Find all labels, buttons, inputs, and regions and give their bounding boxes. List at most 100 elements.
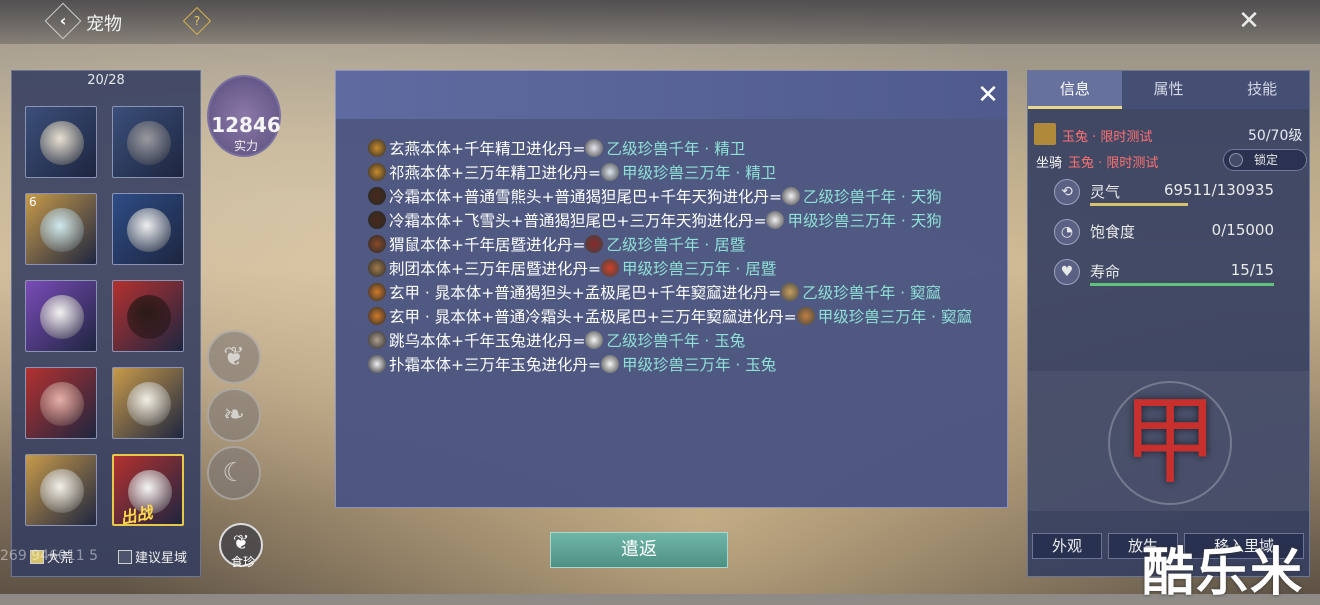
stat-bar-fill [1090, 203, 1188, 206]
recipe-line: 玄甲 · 晁本体+普通冷霜头+孟极尾巴+三万年窫窳进化丹= 甲级珍兽三万年 · 窫… [364, 305, 984, 329]
pet-slot[interactable]: 6 [25, 193, 97, 265]
pet-head-icon [368, 235, 386, 253]
pet-head-icon [368, 211, 386, 229]
page-title: 宠物 [86, 14, 122, 35]
stat-bar [1090, 203, 1274, 206]
close-page-icon[interactable]: ✕ [1236, 8, 1262, 34]
result-pet-icon [585, 331, 604, 349]
stat-icon: ⟲ [1054, 179, 1080, 205]
pet-type-fish-icon[interactable]: ❧ [207, 388, 261, 442]
food-icon: ❦ [232, 530, 250, 554]
checkbox-label: 建议星域 [135, 551, 188, 566]
recipe-result: 乙级珍兽千年 · 窫窳 [802, 284, 942, 302]
stat-name: 寿命 [1090, 263, 1121, 281]
stat-icon: ◔ [1054, 219, 1080, 245]
checkbox-icon[interactable] [118, 550, 132, 564]
pet-slot[interactable] [25, 367, 97, 439]
recipe-formula: 祁燕本体+三万年精卫进化丹= [389, 164, 601, 182]
pet-portrait [127, 208, 171, 252]
top-bar: ‹ 宠物 ? ✕ [0, 0, 1320, 44]
tab-attributes[interactable]: 属性 [1121, 71, 1216, 109]
stat-bar [1090, 243, 1274, 246]
popup-header [336, 71, 1007, 119]
stat-value: 0/15000 [1211, 221, 1274, 239]
stat-row: ⟲ 灵气 69511/130935 [1054, 179, 1274, 211]
recipe-line: 冷霜本体+普通雪熊头+普通猲狚尾巴+千年天狗进化丹= 乙级珍兽千年 · 天狗 [364, 185, 984, 209]
pet-list-panel: 20/28 6 出战 大荒 建议星域 [11, 70, 201, 577]
stat-value: 69511/130935 [1163, 181, 1274, 199]
help-button[interactable]: ? [182, 6, 212, 36]
stat-row: ♥ 寿命 15/15 [1054, 259, 1274, 291]
popup-close-icon[interactable]: ✕ [974, 81, 1002, 109]
result-pet-icon [585, 235, 604, 253]
recipe-result: 甲级珍兽三万年 · 天狗 [787, 212, 942, 230]
pet-slot[interactable] [25, 106, 97, 178]
back-arrow-icon: ‹ [59, 11, 67, 30]
tab-info[interactable]: 信息 [1028, 71, 1122, 109]
pet-slot[interactable]: 出战 [112, 454, 184, 526]
lock-toggle[interactable]: 锁定 [1223, 149, 1307, 171]
recipe-formula: 玄甲 · 晁本体+普通冷霜头+孟极尾巴+三万年窫窳进化丹= [389, 308, 797, 326]
pet-portrait [127, 121, 171, 165]
pet-head-icon [368, 187, 386, 205]
pet-slot[interactable] [25, 280, 97, 352]
pet-portrait [40, 121, 84, 165]
recipe-line: 刺团本体+三万年居暨进化丹= 甲级珍兽三万年 · 居暨 [364, 257, 984, 281]
recipe-line: 玄燕本体+千年精卫进化丹= 乙级珍兽千年 · 精卫 [364, 137, 984, 161]
release-button[interactable]: 遣返 [550, 532, 728, 568]
strength-value: 12846 [211, 113, 281, 137]
evolution-recipe-popup: ✕ 玄燕本体+千年精卫进化丹= 乙级珍兽千年 · 精卫祁燕本体+三万年精卫进化丹=… [335, 70, 1008, 508]
pet-name: 玉兔 · 限时测试 [1062, 130, 1153, 145]
tab-skills[interactable]: 技能 [1215, 71, 1310, 109]
pet-portrait-icon [1034, 123, 1056, 145]
result-pet-icon [781, 283, 800, 301]
stat-bar-fill [1090, 283, 1274, 286]
stat-value: 15/15 [1230, 261, 1274, 279]
grade-seal: 甲 [1122, 385, 1218, 497]
pet-slot[interactable] [112, 193, 184, 265]
back-button[interactable]: ‹ [44, 2, 82, 40]
recipe-line: 玄甲 · 晁本体+普通猲狚头+孟极尾巴+千年窫窳进化丹= 乙级珍兽千年 · 窫窳 [364, 281, 984, 305]
slot-star-badge: 6 [29, 195, 37, 209]
strength-label: 实力 [233, 139, 258, 153]
grade-emblem: 甲 [1028, 371, 1309, 511]
pet-slot[interactable] [25, 454, 97, 526]
stat-icon: ♥ [1054, 259, 1080, 285]
pet-type-moon-icon[interactable]: ☾ [207, 446, 261, 500]
recipe-line: 跳乌本体+千年玉兔进化丹= 乙级珍兽千年 · 玉兔 [364, 329, 984, 353]
pet-count: 20/28 [87, 73, 125, 88]
result-pet-icon [600, 163, 619, 181]
pet-type-bird-icon[interactable]: ❦ [207, 330, 261, 384]
recipe-result: 乙级珍兽千年 · 天狗 [802, 188, 942, 206]
recipe-formula: 刺团本体+三万年居暨进化丹= [389, 260, 601, 278]
lock-label: 锁定 [1254, 153, 1279, 167]
pet-head-icon [368, 331, 386, 349]
info-tabs: 信息 属性 技能 [1028, 71, 1310, 109]
recipe-formula: 玄甲 · 晁本体+普通猲狚头+孟极尾巴+千年窫窳进化丹= [389, 284, 782, 302]
result-pet-icon [796, 307, 815, 325]
pet-slot[interactable] [112, 106, 184, 178]
pet-head-icon [368, 139, 386, 157]
recipe-formula: 猬鼠本体+千年居暨进化丹= [389, 236, 586, 254]
stat-name: 灵气 [1090, 183, 1121, 201]
pet-level: 50/70级 [1248, 128, 1303, 144]
pet-head-icon [368, 355, 386, 373]
recipe-formula: 跳乌本体+千年玉兔进化丹= [389, 332, 586, 350]
pet-slot[interactable] [112, 280, 184, 352]
toggle-knob [1229, 153, 1243, 167]
player-id: 269 946011 5 [0, 548, 98, 564]
mount-label: 坐骑 [1036, 156, 1063, 171]
pet-slot[interactable] [112, 367, 184, 439]
result-pet-icon [781, 187, 800, 205]
food-button[interactable]: ❦ 食珍 [219, 523, 263, 569]
pet-portrait [127, 382, 171, 426]
pet-portrait [40, 382, 84, 426]
pet-portrait [40, 469, 84, 513]
stat-name: 饱食度 [1090, 223, 1136, 241]
recipe-formula: 玄燕本体+千年精卫进化丹= [389, 140, 586, 158]
result-pet-icon [600, 355, 619, 373]
pet-info-panel: 信息 属性 技能 玉兔 · 限时测试 50/70级 坐骑 玉兔 · 限时测试 锁… [1027, 70, 1310, 577]
recipe-result: 乙级珍兽千年 · 玉兔 [606, 332, 746, 350]
appearance-button[interactable]: 外观 [1032, 533, 1102, 559]
filter-xingyu[interactable]: 建议星域 [118, 547, 187, 566]
